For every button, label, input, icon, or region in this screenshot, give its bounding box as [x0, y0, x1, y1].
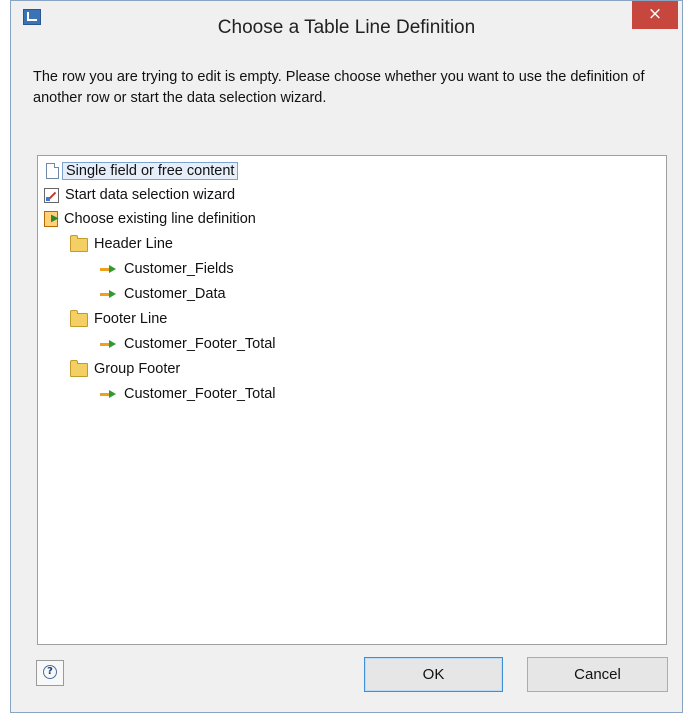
help-button[interactable]: ?: [36, 660, 64, 686]
tree-item-single-field[interactable]: Single field or free content: [44, 160, 239, 182]
dialog-title: Choose a Table Line Definition: [217, 17, 476, 38]
line-arrow-icon: [100, 264, 118, 274]
line-definition-tree[interactable]: Single field or free content Start data …: [37, 155, 667, 645]
instruction-text: The row you are trying to edit is empty.…: [33, 69, 645, 106]
title-bar: Choose a Table Line Definition ×: [11, 1, 682, 59]
folder-icon: [70, 310, 88, 327]
folder-icon: [70, 360, 88, 377]
tree-item-label: Footer Line: [94, 311, 168, 327]
tree-item-label: Customer_Footer_Total: [124, 336, 276, 352]
tree-item-label: Customer_Data: [124, 286, 226, 302]
tree-item-header-line[interactable]: Header Line: [70, 233, 173, 255]
choose-definition-icon: [44, 211, 59, 227]
tree-item-label: Single field or free content: [62, 162, 239, 180]
help-icon: ?: [43, 665, 57, 679]
tree-item-start-wizard[interactable]: Start data selection wizard: [44, 184, 235, 206]
wizard-icon: [44, 187, 59, 203]
tree-item-label: Choose existing line definition: [64, 211, 256, 227]
tree-item-footer-line[interactable]: Footer Line: [70, 308, 167, 330]
tree-item-customer-data[interactable]: Customer_Data: [100, 283, 226, 305]
cancel-button[interactable]: Cancel: [527, 657, 668, 692]
tree-item-choose-existing[interactable]: Choose existing line definition: [44, 208, 256, 230]
dialog-window: Choose a Table Line Definition × The row…: [10, 0, 683, 713]
close-button[interactable]: ×: [632, 1, 678, 29]
tree-item-customer-fields[interactable]: Customer_Fields: [100, 258, 234, 280]
tree-item-label: Group Footer: [94, 361, 181, 377]
document-icon: [46, 163, 59, 179]
line-arrow-icon: [100, 339, 118, 349]
ok-button[interactable]: OK: [364, 657, 503, 692]
tree-item-group-footer[interactable]: Group Footer: [70, 358, 180, 380]
tree-item-footer-customer-footer-total[interactable]: Customer_Footer_Total: [100, 333, 276, 355]
tree-item-label: Customer_Fields: [124, 261, 234, 277]
tree-item-label: Customer_Footer_Total: [124, 386, 276, 402]
tree-item-group-customer-footer-total[interactable]: Customer_Footer_Total: [100, 383, 276, 405]
folder-icon: [70, 235, 88, 252]
line-arrow-icon: [100, 389, 118, 399]
tree-item-label: Header Line: [94, 236, 173, 252]
tree-item-label: Start data selection wizard: [65, 187, 236, 203]
line-arrow-icon: [100, 289, 118, 299]
